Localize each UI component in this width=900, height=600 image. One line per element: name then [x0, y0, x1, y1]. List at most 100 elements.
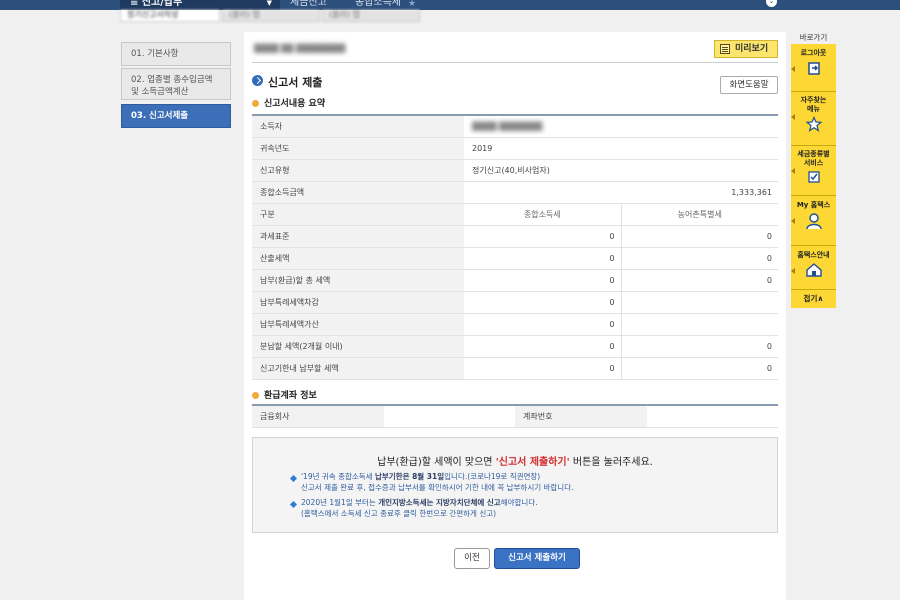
account-label: 계좌번호 — [515, 404, 647, 428]
table-row: 구분 종합소득세 농어촌특별세 — [252, 202, 778, 226]
quick-links-panel: 바로가기 로그아웃 자주찾는 메뉴 세금종류별 서비스 My 홈택스 홈택스안내… — [791, 32, 836, 308]
submit-return-button[interactable]: 신고서 제출하기 — [494, 548, 580, 569]
favorite-star-icon[interactable]: ★ — [408, 0, 416, 9]
sub-tabs: 정기신고서작성 (블러) 탭 (블러) 탭 — [120, 10, 420, 22]
header-divider — [252, 62, 778, 63]
star-icon — [805, 116, 822, 132]
screen-help-button[interactable]: 화면도움말 — [720, 76, 778, 94]
owner-label: 소득자 — [252, 114, 464, 138]
line3c: 해야합니다. — [500, 498, 538, 507]
total-income-value: 1,333,361 — [464, 181, 778, 204]
arrow-left-icon — [791, 268, 795, 274]
row-income-tax: 0 — [464, 335, 621, 358]
collapse-quick-button[interactable]: 접기∧ — [791, 290, 836, 308]
row-rural-tax: 0 — [620, 225, 778, 248]
quick-favorite-label: 자주찾는 메뉴 — [800, 96, 827, 113]
document-icon — [720, 44, 730, 54]
quick-logout[interactable]: 로그아웃 — [791, 44, 836, 92]
notice-box: 납부(환급)할 세액이 맞으면 '신고서 제출하기' 버튼을 눌러주세요. '1… — [252, 437, 778, 533]
previous-button[interactable]: 이전 — [454, 548, 490, 569]
breadcrumb-tax-filing[interactable]: 세금신고 — [290, 0, 327, 8]
arrow-left-icon — [791, 168, 795, 174]
summary-section-title: 신고서내용 요약 — [252, 96, 325, 109]
line1a: '19년 귀속 종합소득세 — [301, 472, 375, 481]
row-income-tax: 0 — [464, 225, 621, 248]
bank-value — [384, 404, 515, 428]
owner-value: ████ ███████ — [464, 114, 778, 138]
row-label: 과세표준 — [252, 224, 464, 248]
row-label: 납부특례세액가산 — [252, 312, 464, 336]
checkbox-icon — [807, 171, 820, 183]
tab-regular-filing[interactable]: 정기신고서작성 — [120, 10, 220, 22]
arrow-left-icon — [791, 66, 795, 72]
notice-line-4: (홈택스에서 소득세 신고 종료후 클릭 한번으로 간편하게 신고) — [301, 509, 497, 518]
table-row: 과세표준 0 0 — [252, 224, 778, 248]
row-label: 납부(환급)할 총 세액 — [252, 268, 464, 292]
quick-favorite-menu[interactable]: 자주찾는 메뉴 — [791, 92, 836, 146]
row-label: 산출세액 — [252, 246, 464, 270]
row-rural-tax: 0 — [620, 357, 778, 380]
tab-third[interactable]: (블러) 탭 — [322, 10, 420, 22]
row-income-tax: 0 — [464, 313, 621, 336]
row-income-tax: 0 — [464, 357, 621, 380]
quick-my-hometax[interactable]: My 홈택스 — [791, 196, 836, 246]
table-row: 납부특례세액가산 0 — [252, 312, 778, 336]
step-basic-info[interactable]: 01. 기본사항 — [121, 42, 231, 66]
tab-second[interactable]: (블러) 탭 — [222, 10, 320, 22]
account-value — [647, 404, 778, 428]
breadcrumb-income-tax[interactable]: 종합소득세 — [355, 0, 401, 8]
line3a: 2020년 1월1일 부터는 — [301, 498, 379, 507]
income-tax-header: 종합소득세 — [464, 203, 621, 226]
arrow-left-icon — [791, 114, 795, 120]
year-value: 2019 — [464, 137, 778, 160]
type-label: 신고유형 — [252, 158, 464, 182]
step-submit[interactable]: 03. 신고서제출 — [121, 104, 231, 128]
table-row: 귀속년도 2019 — [252, 136, 778, 160]
main-menu-button[interactable]: ≡ 신고/납부 ▼ — [120, 0, 280, 10]
arrow-left-icon — [791, 218, 795, 224]
row-rural-tax: 0 — [620, 247, 778, 270]
headline-post: 버튼을 눌러주세요. — [569, 457, 653, 468]
home-icon — [805, 263, 822, 277]
notice-line-2: 신고서 제출 완료 후, 접수증과 납부서를 확인하시어 기한 내에 꼭 납부하… — [301, 483, 574, 492]
bullet-icon — [252, 392, 259, 399]
table-row: 납부특례세액차감 0 — [252, 290, 778, 314]
main-panel: ████ ██ ████████ 미리보기 신고서 제출 화면도움말 신고서내용… — [244, 32, 786, 600]
summary-section-label: 신고서내용 요약 — [264, 99, 326, 109]
table-row: 금융회사 계좌번호 — [252, 404, 778, 428]
refund-table: 금융회사 계좌번호 — [252, 404, 778, 428]
logout-icon — [807, 62, 820, 75]
quick-hometax-guide[interactable]: 홈택스안내 — [791, 246, 836, 290]
page-title: 신고서 제출 — [252, 74, 322, 90]
main-menu-label: ≡ 신고/납부 — [130, 0, 183, 8]
line1c: 입니다.(코로나19로 직권연장) — [444, 472, 541, 481]
taxpayer-header-name: ████ ██ ████████ — [254, 44, 346, 53]
chevron-down-icon: ▼ — [266, 0, 272, 7]
quick-my-hometax-label: My 홈택스 — [796, 201, 831, 209]
year-label: 귀속년도 — [252, 136, 464, 160]
diamond-bullet-icon — [289, 474, 298, 483]
notice-line-3: 2020년 1월1일 부터는 개인지방소득세는 지방자치단체에 신고해야합니다. — [301, 497, 538, 508]
step-income-calculation[interactable]: 02. 업종별 총수입금액 및 소득금액계산 — [121, 68, 231, 100]
diamond-bullet-icon — [289, 500, 298, 509]
table-row: 납부(환급)할 총 세액 0 0 — [252, 268, 778, 292]
quick-tax-services-label: 세금종류별 서비스 — [797, 150, 830, 167]
preview-button[interactable]: 미리보기 — [714, 40, 778, 58]
row-label: 신고기한내 납부할 세액 — [252, 356, 464, 380]
quick-tax-services[interactable]: 세금종류별 서비스 — [791, 146, 836, 196]
row-rural-tax — [620, 291, 778, 314]
quick-links-title: 바로가기 — [799, 33, 828, 42]
table-row: 분납할 세액(2개월 이내) 0 0 — [252, 334, 778, 358]
row-label: 납부특례세액차감 — [252, 290, 464, 314]
headline-pre: 납부(환급)할 세액이 맞으면 — [377, 457, 496, 468]
bullet-icon — [252, 100, 259, 107]
quick-hometax-guide-label: 홈택스안내 — [797, 251, 830, 259]
total-income-label: 종합소득금액 — [252, 180, 464, 204]
rural-tax-header: 농어촌특별세 — [620, 203, 778, 226]
row-income-tax: 0 — [464, 291, 621, 314]
refund-section-title: 환급계좌 정보 — [252, 388, 317, 401]
top-navigation-bar: ≡ 신고/납부 ▼ 세금신고 종합소득세 ★ ⌄ — [0, 0, 900, 10]
expand-chevron-icon[interactable]: ⌄ — [766, 0, 777, 7]
headline-red: '신고서 제출하기' — [495, 457, 570, 468]
bank-label: 금융회사 — [252, 404, 384, 428]
